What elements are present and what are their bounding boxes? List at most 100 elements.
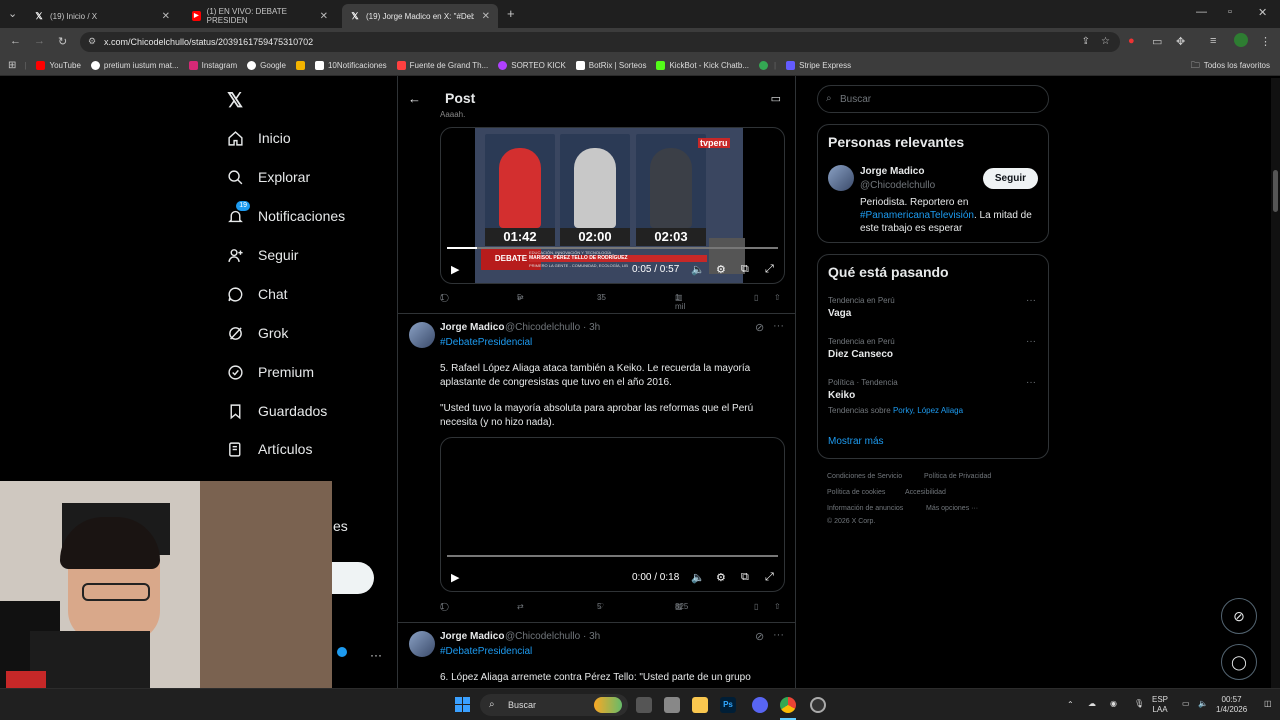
trend-name[interactable]: Vaga — [828, 308, 851, 319]
grok-icon[interactable]: ⊘ — [755, 321, 764, 334]
more-icon[interactable]: ··· — [1026, 295, 1036, 306]
related-links[interactable]: Porky, López Aliaga — [893, 406, 963, 415]
more-icon[interactable]: ··· — [773, 320, 784, 332]
bookmark-10notificaciones[interactable]: 10Notificaciones — [314, 61, 387, 70]
author-handle[interactable]: @Chicodelchullo · 3h — [505, 631, 600, 642]
more-icon[interactable]: ··· — [773, 629, 784, 641]
menu-list-icon[interactable]: ≡ — [1210, 35, 1216, 47]
nav-item-seguir[interactable]: Seguir — [226, 246, 298, 264]
avatar[interactable] — [409, 631, 435, 657]
search-input[interactable]: ⌕ Buscar — [817, 85, 1049, 113]
nav-item-explorar[interactable]: Explorar — [226, 168, 310, 186]
pip-icon[interactable]: ⧉ — [741, 263, 749, 276]
nav-item-notificaciones[interactable]: 19 Notificaciones — [226, 201, 345, 225]
settings-icon[interactable]: ⚙ — [716, 263, 726, 276]
close-window-icon[interactable]: ✕ — [1258, 6, 1267, 19]
task-view-icon[interactable] — [636, 697, 652, 713]
bookmark-grand-theft[interactable]: Fuente de Grand Th... — [396, 61, 488, 70]
close-icon[interactable]: ✕ — [320, 11, 328, 22]
reader-mode-icon[interactable]: ▭ — [771, 92, 781, 105]
page-scrollbar[interactable] — [1271, 78, 1280, 688]
install-icon[interactable]: ⇪ — [1082, 36, 1090, 47]
grok-float-button[interactable]: ⊘ — [1221, 598, 1257, 634]
fullscreen-icon[interactable]: ⤢ — [765, 571, 774, 584]
network-icon[interactable]: ▭ — [1182, 699, 1190, 709]
more-icon[interactable]: ··· — [1026, 377, 1036, 388]
back-arrow-icon[interactable]: ← — [408, 91, 421, 106]
kebab-menu-icon[interactable]: ⋮ — [1260, 35, 1271, 48]
nav-item-premium[interactable]: Premium — [226, 363, 314, 381]
close-icon[interactable]: ✕ — [162, 11, 170, 22]
tray-app-icon[interactable]: ☁ — [1088, 699, 1096, 709]
bookmark-button[interactable]: ▯ — [754, 602, 758, 611]
account-switcher-partial[interactable] — [333, 647, 347, 661]
grok-icon[interactable]: ⊘ — [755, 630, 764, 643]
app-icon[interactable] — [664, 697, 680, 713]
tab-search-icon[interactable]: ⌄ — [8, 7, 17, 20]
more-icon[interactable]: ··· — [1026, 336, 1036, 347]
bookmark-stripe[interactable]: Stripe Express — [786, 61, 851, 70]
bookmark-instagram[interactable]: Instagram — [188, 61, 237, 70]
share-icon[interactable]: ⇧ — [774, 293, 781, 302]
trend-name[interactable]: Diez Canseco — [828, 349, 893, 360]
bookmark-button[interactable]: ▯ — [754, 293, 758, 302]
footer-link[interactable]: Condiciones de Servicio — [827, 473, 902, 480]
bookmark-youtube[interactable]: YouTube — [36, 61, 81, 70]
volume-icon[interactable]: 🔈 — [691, 263, 705, 276]
reload-icon[interactable]: ↻ — [58, 35, 67, 48]
trend-name[interactable]: Keiko — [828, 390, 855, 401]
avatar[interactable] — [828, 165, 854, 191]
windows-start-icon[interactable] — [455, 697, 471, 713]
person-name[interactable]: Jorge Madico — [860, 166, 924, 177]
tray-app-icon[interactable]: ◉ — [1110, 699, 1117, 709]
fullscreen-icon[interactable]: ⤢ — [765, 263, 774, 276]
maximize-icon[interactable]: ▫ — [1228, 6, 1232, 18]
tab-inicio[interactable]: 𝕏 (19) Inicio / X ✕ — [26, 4, 178, 28]
pip-icon[interactable]: ⧉ — [741, 571, 749, 584]
tray-mic-icon[interactable]: 🎙 — [1134, 699, 1144, 709]
nav-item-articulos[interactable]: Artículos — [226, 440, 312, 458]
minimize-icon[interactable]: — — [1196, 6, 1207, 18]
nav-item-chat[interactable]: Chat — [226, 285, 288, 303]
chrome-icon[interactable] — [780, 697, 796, 713]
nav-item-guardados[interactable]: Guardados — [226, 402, 327, 420]
footer-link[interactable]: Accesibilidad — [905, 489, 946, 496]
bookmark-google[interactable]: Google — [247, 61, 286, 70]
nav-item-more-partial[interactable]: es — [333, 518, 348, 534]
person-handle[interactable]: @Chicodelchullo — [860, 180, 935, 191]
author-handle[interactable]: @Chicodelchullo · 3h — [505, 322, 600, 333]
all-bookmarks[interactable]: 🗀 Todos los favoritos — [1191, 58, 1270, 74]
file-explorer-icon[interactable] — [692, 697, 708, 713]
settings-icon[interactable]: ⚙ — [716, 571, 726, 584]
chat-float-button[interactable]: ◯ — [1221, 644, 1257, 680]
x-logo-icon[interactable]: 𝕏 — [227, 88, 243, 113]
account-more-icon[interactable]: ··· — [370, 648, 382, 662]
nav-item-grok[interactable]: Grok — [226, 324, 288, 342]
share-icon[interactable]: ⇧ — [774, 602, 781, 611]
scrollbar-thumb[interactable] — [1273, 170, 1278, 212]
footer-link[interactable]: Política de cookies — [827, 489, 885, 496]
bookmark-star[interactable] — [295, 61, 305, 70]
video-player-debate[interactable]: 01:42 02:00 02:03 tvperu DEBATE EDUCACIÓ… — [440, 127, 785, 284]
back-icon[interactable]: ← — [10, 35, 21, 47]
extension-icon[interactable]: ● — [1128, 35, 1135, 47]
video-progress-bar[interactable] — [447, 247, 778, 249]
footer-link[interactable]: Información de anuncios — [827, 505, 903, 512]
show-more-link[interactable]: Mostrar más — [828, 436, 884, 447]
author-name[interactable]: Jorge Madico — [440, 631, 504, 642]
play-icon[interactable]: ▶ — [451, 263, 459, 276]
video-progress-bar[interactable] — [447, 555, 778, 557]
avatar[interactable] — [409, 322, 435, 348]
volume-icon[interactable]: 🔈 — [691, 571, 705, 584]
puzzle-icon[interactable]: ✥ — [1176, 35, 1185, 48]
volume-icon[interactable]: 🔈 — [1198, 699, 1208, 709]
bookmark-sorteo-kick[interactable]: SORTEO KICK — [498, 61, 566, 70]
tab-jorge-madico[interactable]: 𝕏 (19) Jorge Madico en X: "#Deba ✕ — [342, 4, 498, 28]
photoshop-icon[interactable]: Ps — [720, 697, 736, 713]
profile-avatar[interactable] — [1234, 33, 1248, 47]
follow-button[interactable]: Seguir — [982, 168, 1038, 189]
bio-hashtag-link[interactable]: #PanamericanaTelevisión — [860, 210, 974, 221]
footer-link[interactable]: Más opciones ··· — [926, 505, 978, 512]
bookmark-six[interactable] — [759, 61, 769, 70]
extension-icon[interactable]: ▭ — [1152, 35, 1162, 48]
